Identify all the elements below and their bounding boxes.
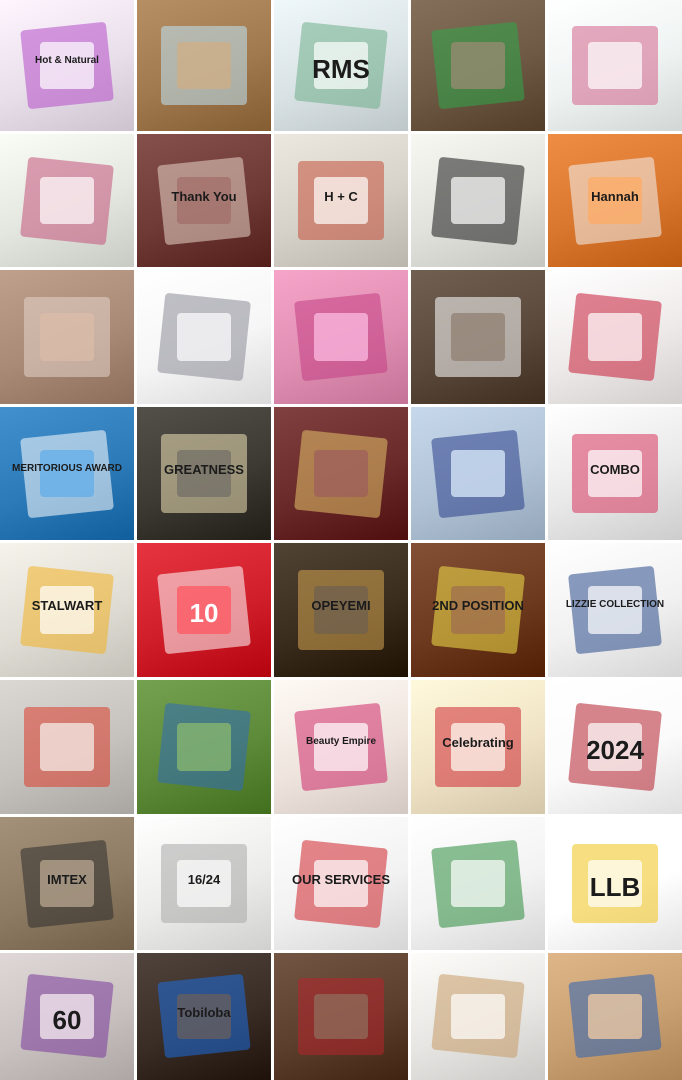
tile-caption: Celebrating: [442, 735, 514, 751]
tile-payment-receipt: [137, 270, 271, 404]
product-shape: [588, 41, 642, 90]
product-shape: [451, 41, 505, 90]
tile-caption: OUR SERVICES: [291, 871, 390, 887]
product-shape: [177, 722, 231, 772]
product-shape: [451, 312, 505, 362]
tile-skincare-bottles: Hot & Natural: [0, 0, 134, 131]
tile-caption: Beauty Empire: [305, 736, 377, 748]
product-shape: [314, 449, 368, 498]
tile-floral-gift-boxes: [548, 0, 682, 131]
tile-caption: COMBO: [590, 461, 640, 477]
tile-card-fan: [0, 680, 134, 814]
tile-red-business-cards: [548, 270, 682, 404]
tile-business-cards: [137, 0, 271, 131]
tile-green-flyers: [411, 817, 545, 950]
tile-celebration-booklets: Celebrating: [411, 680, 545, 814]
tile-branded-tote-bag: LIZZIE COLLECTION: [548, 543, 682, 677]
tile-branded-pens: [411, 134, 545, 267]
tile-keychains: [411, 0, 545, 131]
tile-birthday-flyers: 60: [0, 953, 134, 1080]
tile-marble-vinyl-sheets: 16/24: [137, 817, 271, 950]
product-shape: [40, 312, 94, 362]
product-shape: [451, 176, 505, 225]
product-shape: [314, 993, 368, 1040]
tile-caption: GREATNESS: [164, 461, 244, 477]
tile-caption: RMS: [312, 54, 370, 85]
tile-church-posters: 2024: [548, 680, 682, 814]
tile-caption: STALWART: [31, 598, 103, 614]
product-shape: [451, 993, 505, 1040]
tile-caption: 10: [189, 598, 219, 629]
tile-caption: LLB: [589, 871, 641, 902]
tile-graduation-stoles: LLB: [548, 817, 682, 950]
tile-caption: IMTEX: [47, 871, 87, 887]
tile-trophy-awards: [274, 953, 408, 1080]
tile-portrait-print: [274, 270, 408, 404]
tile-acrylic-award: MERITORIOUS AWARD: [0, 407, 134, 540]
tile-monogram-mug: H + C: [274, 134, 408, 267]
product-shape: [177, 41, 231, 90]
tile-floral-gift-boxes: [0, 134, 134, 267]
tile-oval-photo-frame: [274, 407, 408, 540]
tile-stalwart-award-plates: STALWART: [0, 543, 134, 677]
tile-church-award-plaque: 2ND POSITION: [411, 543, 545, 677]
tile-caption: LIZZIE COLLECTION: [565, 599, 665, 611]
tile-custom-bottles: Tobiloba: [137, 953, 271, 1080]
product-shape: [40, 722, 94, 772]
tile-framed-word-art: GREATNESS: [137, 407, 271, 540]
product-shape: [451, 449, 505, 498]
tile-caption: 60: [52, 1005, 82, 1036]
tile-caption: Hannah: [591, 188, 639, 204]
photo-grid: Hot & Natural RMS Thank You H + C Hannah MERI…: [0, 0, 682, 1080]
tile-caption: OPEYEMI: [311, 598, 371, 614]
tile-thank-you-notebooks: Thank You: [137, 134, 271, 267]
tile-invoice-booklets: [411, 270, 545, 404]
tile-photo-keychains: Hannah: [548, 134, 682, 267]
tile-photo-frames: [0, 270, 134, 404]
tile-qr-display-stands: [548, 953, 682, 1080]
product-shape: [451, 859, 505, 908]
product-shape: [314, 312, 368, 362]
tile-caption: MERITORIOUS AWARD: [11, 462, 122, 474]
tile-caption: H + C: [324, 188, 358, 204]
product-shape: [177, 312, 231, 362]
tile-caption: 2024: [586, 735, 644, 766]
tile-salon-banner: Beauty Empire: [274, 680, 408, 814]
tile-caption: 16/24: [187, 871, 221, 887]
product-shape: [588, 993, 642, 1040]
product-shape: [40, 176, 94, 225]
tile-birthday-portrait-display: [411, 407, 545, 540]
tile-caption: Hot & Natural: [35, 55, 99, 67]
tile-branded-tote-bag: COMBO: [548, 407, 682, 540]
tile-caption: 2ND POSITION: [432, 598, 524, 614]
tile-caption: Tobiloba: [177, 1005, 231, 1021]
product-shape: [588, 312, 642, 362]
tile-caption: Thank You: [171, 188, 237, 204]
tile-photo-print: [137, 680, 271, 814]
tile-custom-jersey: 10: [137, 543, 271, 677]
tile-custom-phone-cases: IMTEX: [0, 817, 134, 950]
tile-branded-pens-cups: [411, 953, 545, 1080]
tile-printed-mugs: RMS: [274, 0, 408, 131]
tile-services-flyer: OUR SERVICES: [274, 817, 408, 950]
tile-name-frame: OPEYEMI: [274, 543, 408, 677]
